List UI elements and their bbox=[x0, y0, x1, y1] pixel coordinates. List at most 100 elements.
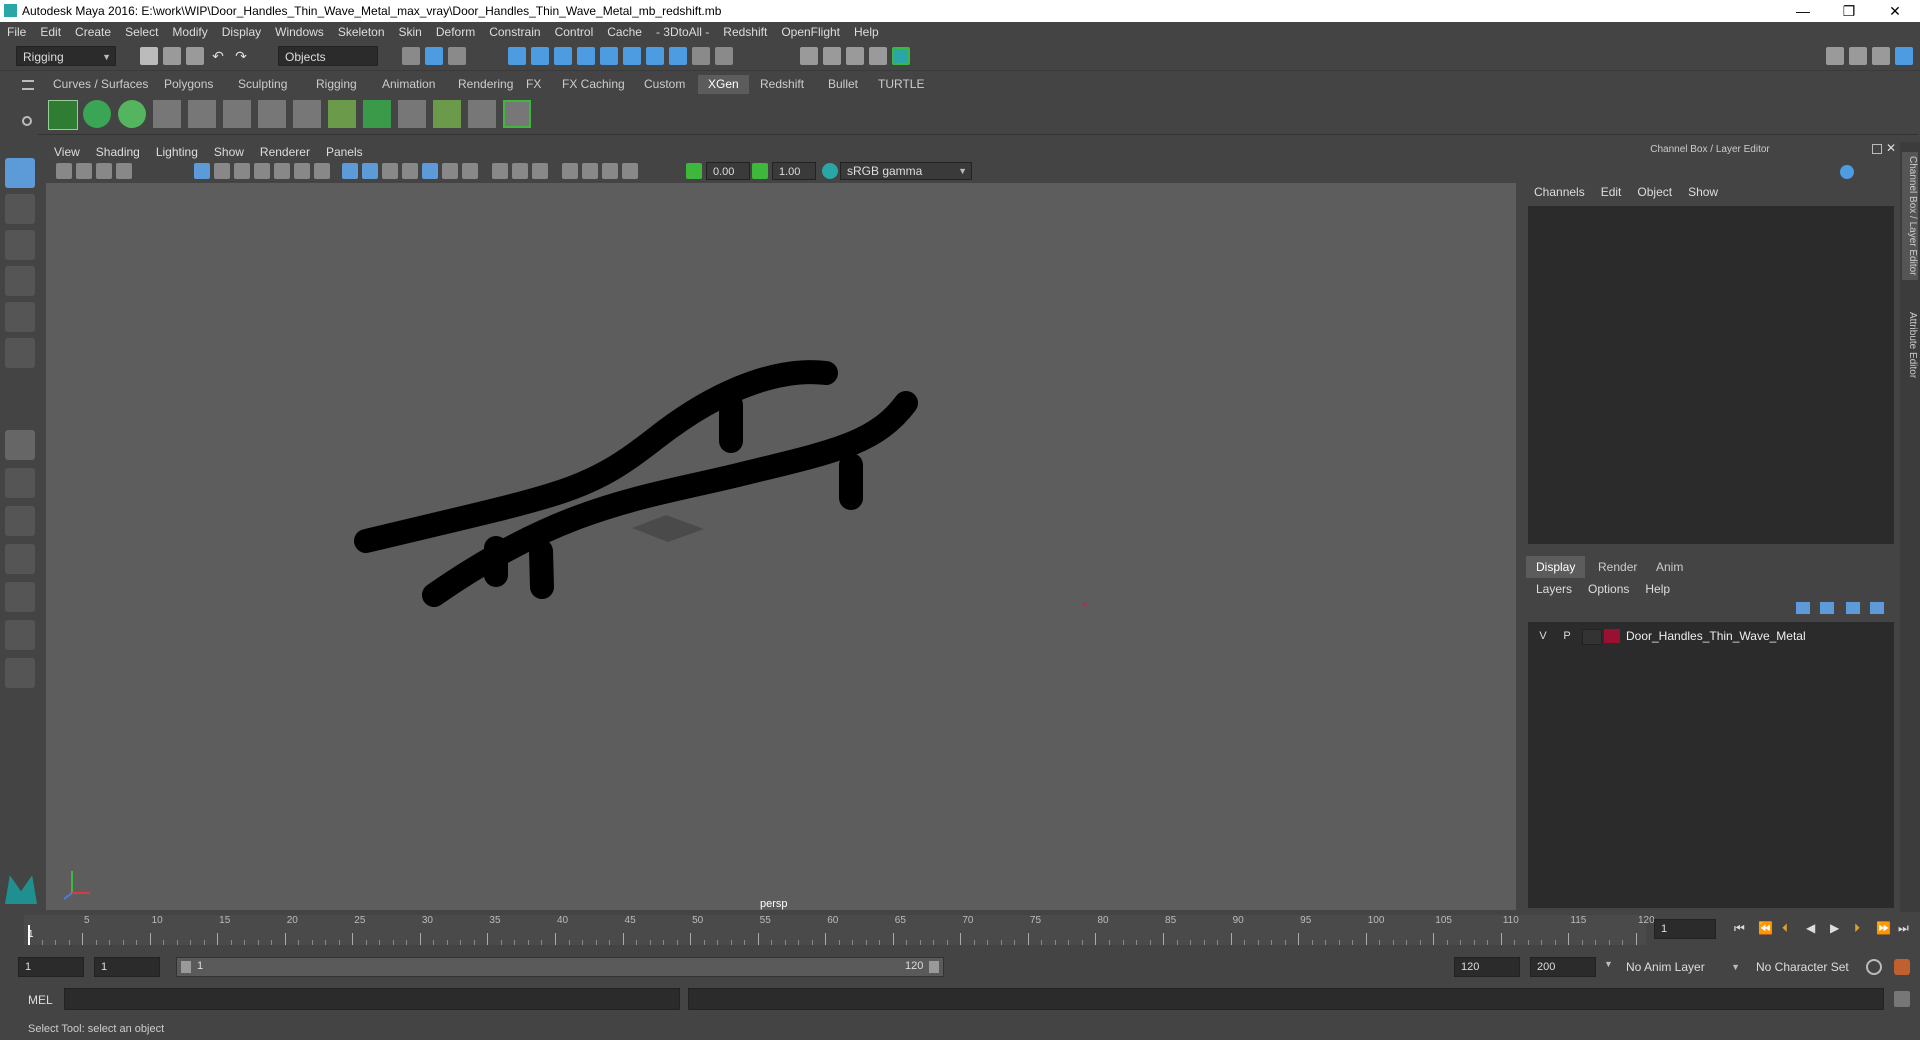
xgen-select-guide-icon[interactable] bbox=[223, 100, 251, 128]
persp-outliner-layout-icon[interactable] bbox=[5, 582, 35, 612]
tab-animation[interactable]: Animation bbox=[372, 75, 445, 94]
playback-end-field[interactable]: 120 bbox=[1454, 957, 1520, 977]
range-end-handle[interactable] bbox=[929, 961, 939, 973]
time-slider[interactable]: 1 5 10 15 20 25 30 35 40 45 50 55 60 65 70 75 80 85 90 95 1… bbox=[24, 915, 1655, 945]
menu-3dtoall[interactable]: - 3DtoAll - bbox=[649, 22, 716, 42]
color-management-icon[interactable] bbox=[822, 163, 838, 179]
new-scene-icon[interactable] bbox=[140, 47, 158, 65]
tab-rendering[interactable]: Rendering bbox=[448, 75, 523, 94]
symmetry-icon[interactable] bbox=[669, 47, 687, 65]
viewport-menu-renderer[interactable]: Renderer bbox=[252, 144, 318, 160]
textured-icon[interactable] bbox=[402, 163, 418, 179]
tab-fx[interactable]: FX bbox=[516, 75, 551, 94]
play-forward-icon[interactable]: ▶ bbox=[1830, 921, 1839, 935]
tab-attribute-editor[interactable]: Attribute Editor bbox=[1902, 312, 1918, 378]
xgen-lock-guide-icon[interactable] bbox=[293, 100, 321, 128]
redo-icon[interactable]: ↷ bbox=[232, 47, 250, 65]
menu-constrain[interactable]: Constrain bbox=[482, 22, 547, 42]
render-settings-icon[interactable] bbox=[869, 47, 887, 65]
soft-select-icon[interactable] bbox=[715, 47, 733, 65]
side-by-side-layout-icon[interactable] bbox=[5, 506, 35, 536]
undo-icon[interactable]: ↶ bbox=[209, 47, 227, 65]
perspective-viewport[interactable] bbox=[46, 183, 1516, 910]
isolate-select-icon[interactable] bbox=[562, 163, 578, 179]
menu-deform[interactable]: Deform bbox=[429, 22, 482, 42]
render-view-icon[interactable] bbox=[800, 47, 818, 65]
step-back-frame-icon[interactable]: ⏴ bbox=[1782, 921, 1788, 936]
xgen-window-icon[interactable] bbox=[48, 100, 78, 130]
tab-fx-caching[interactable]: FX Caching bbox=[552, 75, 635, 94]
select-component-icon[interactable] bbox=[448, 47, 466, 65]
shadows-icon[interactable] bbox=[442, 163, 458, 179]
menu-control[interactable]: Control bbox=[548, 22, 601, 42]
snap-together-icon[interactable] bbox=[623, 47, 641, 65]
modeling-toolkit-icon[interactable] bbox=[1826, 47, 1844, 65]
menu-create[interactable]: Create bbox=[68, 22, 118, 42]
paint-select-tool-icon[interactable] bbox=[5, 230, 35, 260]
xgen-primitive-icon[interactable] bbox=[118, 100, 146, 128]
move-layer-down-icon[interactable] bbox=[1820, 602, 1834, 614]
xgen-clumping-icon[interactable] bbox=[398, 100, 426, 128]
playback-start-field[interactable]: 1 bbox=[94, 957, 160, 977]
selection-mode-dropdown[interactable]: Objects bbox=[278, 46, 378, 66]
select-hierarchy-icon[interactable] bbox=[402, 47, 420, 65]
new-empty-layer-icon[interactable] bbox=[1846, 602, 1860, 614]
layer-visibility-toggle[interactable]: V bbox=[1534, 626, 1552, 646]
depth-of-field-icon[interactable] bbox=[532, 163, 548, 179]
layers-menu[interactable]: Layers bbox=[1528, 582, 1580, 596]
range-start-handle[interactable] bbox=[181, 961, 191, 973]
xgen-cut-icon[interactable] bbox=[468, 100, 496, 128]
film-gate-icon[interactable] bbox=[214, 163, 230, 179]
close-panel-icon[interactable]: ✕ bbox=[1886, 141, 1896, 155]
menu-cache[interactable]: Cache bbox=[600, 22, 649, 42]
menu-openflight[interactable]: OpenFlight bbox=[774, 22, 847, 42]
tab-redshift[interactable]: Redshift bbox=[750, 75, 814, 94]
tab-curves-surfaces[interactable]: Curves / Surfaces bbox=[43, 75, 158, 94]
tab-display[interactable]: Display bbox=[1526, 556, 1586, 578]
four-view-layout-icon[interactable] bbox=[5, 468, 35, 498]
wireframe-icon[interactable] bbox=[342, 163, 358, 179]
xgen-grass-icon[interactable] bbox=[433, 100, 461, 128]
tab-channel-box-layer-editor[interactable]: Channel Box / Layer Editor bbox=[1902, 152, 1918, 280]
wireframe-on-shaded-icon[interactable] bbox=[382, 163, 398, 179]
menu-skin[interactable]: Skin bbox=[392, 22, 429, 42]
ipr-render-icon[interactable] bbox=[846, 47, 864, 65]
shelf-settings-icon[interactable] bbox=[22, 116, 32, 126]
exposure-field[interactable]: 0.00 bbox=[706, 162, 750, 180]
options-menu[interactable]: Options bbox=[1580, 582, 1637, 596]
render-frame-icon[interactable] bbox=[823, 47, 841, 65]
edit-menu[interactable]: Edit bbox=[1593, 185, 1630, 199]
rotate-tool-icon[interactable] bbox=[5, 302, 35, 332]
go-to-start-icon[interactable]: ⏮ bbox=[1734, 921, 1745, 936]
animation-end-field[interactable]: 200 bbox=[1530, 957, 1596, 977]
lock-icon[interactable] bbox=[692, 47, 710, 65]
xgen-toggle-guide-icon[interactable] bbox=[258, 100, 286, 128]
layout-options-icon[interactable] bbox=[5, 658, 35, 688]
snap-grid-icon[interactable] bbox=[508, 47, 526, 65]
tab-polygons[interactable]: Polygons bbox=[154, 75, 223, 94]
move-tool-icon[interactable] bbox=[5, 266, 35, 296]
menu-file[interactable]: File bbox=[0, 22, 33, 42]
open-scene-icon[interactable] bbox=[163, 47, 181, 65]
snap-point-icon[interactable] bbox=[554, 47, 572, 65]
tab-sculpting[interactable]: Sculpting bbox=[228, 75, 297, 94]
color-space-dropdown[interactable]: sRGB gamma ▼ bbox=[840, 162, 972, 180]
tab-bullet[interactable]: Bullet bbox=[818, 75, 868, 94]
snap-surface-icon[interactable] bbox=[646, 47, 664, 65]
xgen-add-guide-icon[interactable] bbox=[188, 100, 216, 128]
script-editor-icon[interactable] bbox=[1894, 991, 1910, 1007]
xgen-interactive-groom-icon[interactable] bbox=[503, 100, 531, 128]
close-button[interactable]: ✕ bbox=[1872, 0, 1918, 22]
snap-live-icon[interactable] bbox=[600, 47, 618, 65]
viewport-menu-lighting[interactable]: Lighting bbox=[148, 144, 206, 160]
exposure-icon[interactable] bbox=[686, 163, 702, 179]
safe-action-icon[interactable] bbox=[294, 163, 310, 179]
motion-blur-icon[interactable] bbox=[492, 163, 508, 179]
show-menu[interactable]: Show bbox=[1680, 185, 1726, 199]
tab-anim[interactable]: Anim bbox=[1646, 556, 1693, 578]
command-input[interactable] bbox=[64, 988, 680, 1010]
viewport-menu-view[interactable]: View bbox=[46, 144, 88, 160]
new-layer-selected-icon[interactable] bbox=[1870, 602, 1884, 614]
layer-display-type[interactable] bbox=[1582, 629, 1602, 645]
outliner-layout-icon[interactable] bbox=[5, 620, 35, 650]
